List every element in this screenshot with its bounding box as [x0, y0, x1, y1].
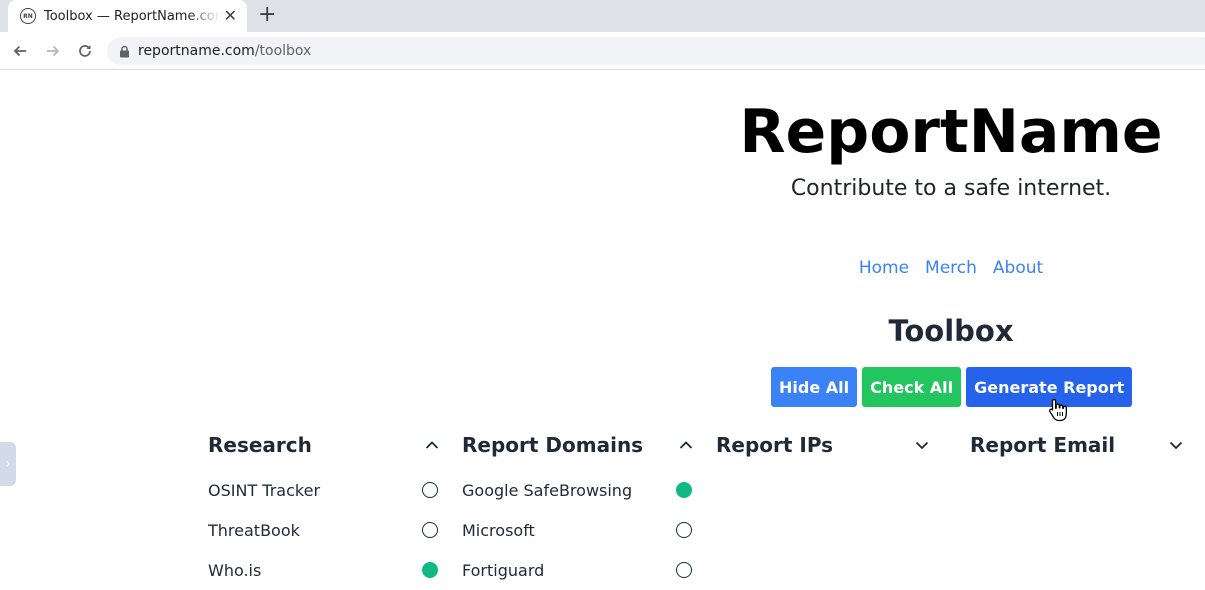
tool-item: Microsoft [462, 510, 694, 550]
chevron-down-icon [1169, 441, 1183, 450]
tool-label: OSINT Tracker [208, 480, 321, 500]
column-title: Research [208, 433, 312, 457]
tool-label: Microsoft [462, 520, 535, 540]
tool-toggle-unchecked[interactable] [676, 562, 692, 578]
tool-toggle-unchecked[interactable] [422, 522, 438, 538]
generate-report-button[interactable]: Generate Report [966, 367, 1133, 407]
tool-item: ThreatBook [208, 510, 440, 550]
column-header-report-email[interactable]: Report Email [970, 430, 1184, 460]
chevron-down-icon [915, 441, 929, 450]
lock-icon [120, 45, 129, 57]
column-report-email: Report Email [970, 430, 1184, 460]
chevron-up-icon [425, 441, 439, 449]
column-title: Report IPs [716, 433, 834, 457]
browser-toolbar: reportname.com/toolbox [0, 32, 1205, 70]
new-tab-icon[interactable]: + [258, 4, 276, 26]
nav-link-merch[interactable]: Merch [925, 258, 977, 278]
tab-title: Toolbox — ReportName.com [44, 8, 220, 24]
tool-toggle-unchecked[interactable] [676, 522, 692, 538]
tool-item: OSINT Tracker [208, 470, 440, 510]
page-title: Toolbox [888, 314, 1014, 348]
hide-all-button[interactable]: Hide All [771, 367, 858, 407]
nav-link-about[interactable]: About [993, 258, 1043, 278]
tool-toggle-unchecked[interactable] [422, 482, 438, 498]
column-report-domains: Report Domains Google SafeBrowsing Micro… [462, 430, 694, 590]
tool-label: Fortiguard [462, 560, 545, 580]
site-favicon-icon: RN [20, 8, 36, 24]
column-research: Research OSINT Tracker ThreatBook Who.is [208, 430, 440, 590]
browser-tab[interactable]: RN Toolbox — ReportName.com ✕ [8, 0, 247, 32]
chevron-right-icon: › [5, 456, 11, 472]
browser-tab-bar: RN Toolbox — ReportName.com ✕ + [0, 0, 1205, 32]
column-header-report-domains[interactable]: Report Domains [462, 430, 694, 460]
forward-icon[interactable] [41, 40, 65, 62]
sidebar-toggle[interactable]: › [0, 442, 16, 486]
url-text: reportname.com/toolbox [138, 43, 312, 59]
reload-icon[interactable] [73, 40, 97, 62]
column-title: Report Domains [462, 433, 644, 457]
tool-label: Who.is [208, 560, 262, 580]
tool-toggle-checked[interactable] [676, 482, 692, 498]
site-title: ReportName [739, 97, 1163, 167]
tool-toggle-checked[interactable] [422, 562, 438, 578]
tool-item: Google SafeBrowsing [462, 470, 694, 510]
column-title: Report Email [970, 433, 1116, 457]
column-report-ips: Report IPs [716, 430, 930, 460]
address-bar[interactable]: reportname.com/toolbox [107, 37, 1205, 65]
site-nav: Home Merch About [700, 258, 1202, 278]
tool-label: Google SafeBrowsing [462, 480, 633, 500]
tool-item: Who.is [208, 550, 440, 590]
chevron-up-icon [679, 441, 693, 449]
site-tagline: Contribute to a safe internet. [790, 176, 1112, 201]
back-icon[interactable] [8, 40, 32, 62]
nav-link-home[interactable]: Home [859, 258, 909, 278]
tool-label: ThreatBook [208, 520, 300, 540]
column-header-research[interactable]: Research [208, 430, 440, 460]
check-all-button[interactable]: Check All [862, 367, 962, 407]
column-header-report-ips[interactable]: Report IPs [716, 430, 930, 460]
action-bar: Hide All Check All Generate Report [771, 367, 1133, 407]
close-tab-icon[interactable]: ✕ [224, 8, 237, 24]
tool-item: Fortiguard [462, 550, 694, 590]
